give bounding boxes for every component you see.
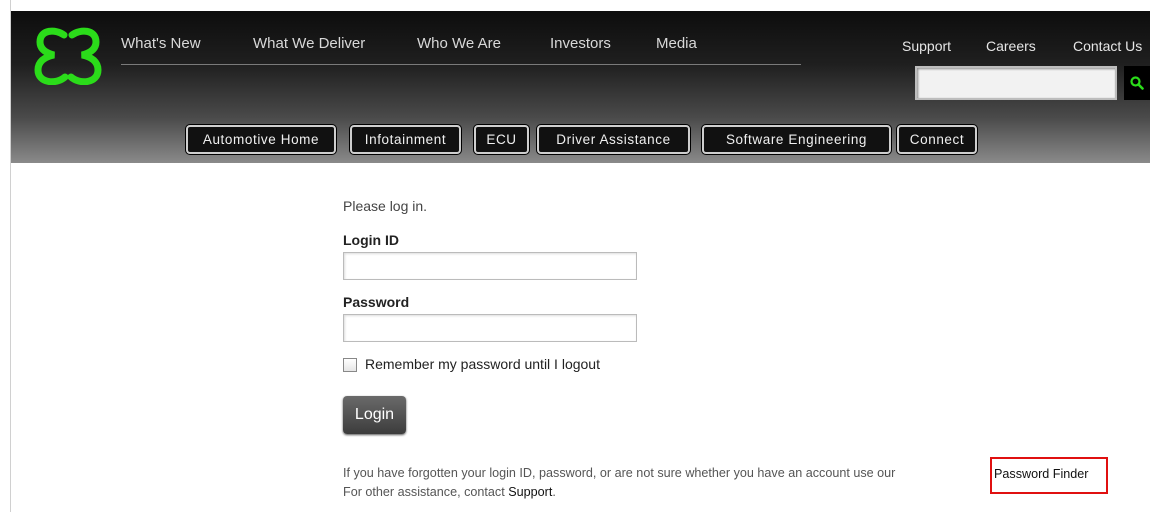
login-id-label: Login ID: [343, 232, 399, 248]
nav-whats-new[interactable]: What's New: [121, 35, 201, 52]
subnav-driver-assistance[interactable]: Driver Assistance: [537, 125, 690, 154]
remember-row: Remember my password until I logout: [343, 356, 600, 372]
search-icon: [1130, 76, 1144, 90]
nav-who-we-are[interactable]: Who We Are: [417, 35, 501, 52]
other-help-suffix: .: [552, 485, 556, 499]
nav-support[interactable]: Support: [902, 38, 951, 54]
nav-media[interactable]: Media: [656, 35, 697, 52]
login-id-field[interactable]: [343, 252, 637, 280]
eb-logo[interactable]: [34, 27, 102, 85]
search-input[interactable]: [915, 66, 1117, 100]
nav-what-we-deliver[interactable]: What We Deliver: [253, 35, 365, 52]
subnav-ecu[interactable]: ECU: [474, 125, 529, 154]
subnav-infotainment[interactable]: Infotainment: [350, 125, 461, 154]
forgot-help-text: If you have forgotten your login ID, pas…: [343, 466, 895, 480]
subnav-automotive-home[interactable]: Automotive Home: [186, 125, 336, 154]
remember-checkbox[interactable]: [343, 358, 357, 372]
login-button[interactable]: Login: [343, 396, 406, 434]
top-strip: [0, 0, 1150, 11]
nav-contact-us[interactable]: Contact Us: [1073, 38, 1142, 54]
forgot-help-body: If you have forgotten your login ID, pas…: [343, 466, 896, 480]
subnav-connect[interactable]: Connect: [897, 125, 977, 154]
site-header: What's New What We Deliver Who We Are In…: [11, 11, 1150, 163]
other-help-prefix: For other assistance, contact: [343, 485, 505, 499]
subnav-software-engineering[interactable]: Software Engineering: [702, 125, 891, 154]
password-label: Password: [343, 294, 410, 310]
remember-label[interactable]: Remember my password until I logout: [365, 356, 600, 372]
other-help-text: For other assistance, contact Support.: [343, 485, 556, 499]
support-link[interactable]: Support: [508, 485, 552, 499]
login-intro: Please log in.: [343, 198, 428, 214]
left-border: [0, 0, 11, 512]
nav-careers[interactable]: Careers: [986, 38, 1036, 54]
nav-investors[interactable]: Investors: [550, 35, 611, 52]
main-nav: What's New What We Deliver Who We Are In…: [121, 35, 801, 65]
password-finder-link[interactable]: Password Finder: [990, 457, 1108, 494]
search-button[interactable]: [1124, 66, 1150, 100]
password-field[interactable]: [343, 314, 637, 342]
